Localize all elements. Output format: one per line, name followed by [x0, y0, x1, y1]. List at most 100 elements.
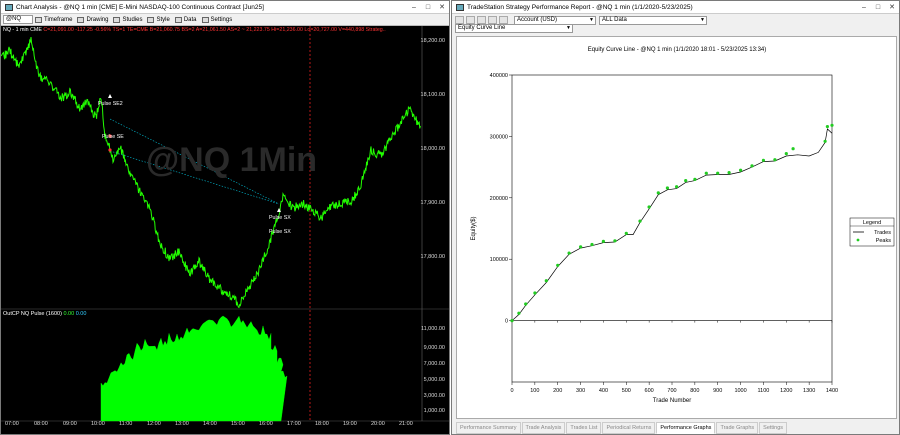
time-label: 13:00 [175, 421, 189, 427]
maximize-icon[interactable]: □ [871, 1, 885, 14]
y-tick-label: 0 [505, 319, 508, 325]
peak-point [761, 158, 765, 162]
close-icon[interactable]: ✕ [435, 1, 449, 14]
toolbar-timeframe[interactable]: Timeframe [35, 16, 72, 23]
tab-settings[interactable]: Settings [759, 422, 788, 434]
peak-point [567, 251, 571, 255]
report-app-icon [456, 3, 464, 11]
minimize-icon[interactable]: – [407, 1, 421, 14]
peak-point [704, 171, 708, 175]
x-tick-label: 600 [645, 388, 654, 394]
report-titlebar[interactable]: TradeStation Strategy Performance Report… [452, 1, 899, 14]
arrow-up-icon [108, 94, 112, 98]
y-tick-label: 100000 [490, 257, 508, 263]
x-tick-label: 1100 [758, 388, 770, 394]
entry-marker [108, 148, 112, 152]
indicator-axis-label: 5,000.00 [423, 377, 445, 383]
chart-info-line: NQ - 1 min CME C=21,091.00 -117.25 -0.56… [1, 26, 449, 35]
back-icon[interactable] [455, 16, 464, 24]
annotation-pulse-sx: Pulse SX [269, 215, 291, 221]
x-tick-label: 1300 [803, 388, 815, 394]
forward-icon[interactable] [466, 16, 475, 24]
style-icon [147, 16, 155, 23]
plot-frame [511, 74, 833, 383]
graph-type-value: Equity Curve Line [458, 25, 506, 31]
peak-point [739, 168, 743, 172]
indicator-axis-label: 3,000.00 [423, 393, 445, 399]
x-tick-label: 100 [530, 388, 539, 394]
peak-point [716, 171, 720, 175]
peak-point [510, 319, 514, 323]
data-range-value: ALL Data [602, 16, 627, 23]
tab-performance-graphs[interactable]: Performance Graphs [656, 422, 716, 434]
indicator-histogram [100, 315, 288, 422]
time-label: 16:00 [259, 421, 273, 427]
chart-titlebar[interactable]: Chart Analysis - @NQ 1 min [CME] E-Mini … [1, 1, 449, 14]
toolbar-label: Style [156, 16, 170, 23]
peak-point [613, 239, 617, 243]
tab-trades-list[interactable]: Trades List [566, 422, 602, 434]
x-tick-label: 1200 [780, 388, 792, 394]
chart-window-title: Chart Analysis - @NQ 1 min [CME] E-Mini … [16, 3, 264, 11]
time-label: 08:00 [34, 421, 48, 427]
peak-point [638, 219, 642, 223]
time-label: 09:00 [63, 421, 77, 427]
toolbar-studies[interactable]: Studies [113, 16, 142, 23]
symbol-input[interactable]: @NQ [3, 15, 33, 24]
tab-performance-summary[interactable]: Performance Summary [456, 422, 521, 434]
peak-point [579, 245, 583, 249]
time-label: 07:00 [5, 421, 19, 427]
annotation-pulse-se: Pulse SE [102, 134, 124, 140]
price-label: 17,800.00 [420, 254, 445, 260]
report-tabs: Performance Summary Trade Analysis Trade… [456, 422, 788, 434]
x-tick-label: 300 [576, 388, 585, 394]
toolbar-label: Settings [210, 16, 233, 23]
indicator-name: OutCP NQ Pulse (1600) [3, 311, 62, 317]
maximize-icon[interactable]: □ [421, 1, 435, 14]
y-tick-label: 400000 [490, 73, 508, 79]
price-label: 18,100.00 [420, 92, 445, 98]
x-tick-label: 400 [599, 388, 608, 394]
x-tick-label: 0 [510, 388, 513, 394]
toolbar-style[interactable]: Style [147, 16, 170, 23]
window-controls: – □ ✕ [857, 1, 899, 14]
tab-trade-graphs[interactable]: Trade Graphs [716, 422, 759, 434]
price-chart[interactable] [1, 26, 450, 435]
x-tick-label: 1000 [734, 388, 746, 394]
chart-analysis-window[interactable]: Chart Analysis - @NQ 1 min [CME] E-Mini … [0, 0, 450, 435]
indicator-label: OutCP NQ Pulse (1600) 0.00 0.00 [3, 311, 86, 317]
info-prefix: NQ - 1 min CME [3, 27, 42, 33]
print-icon[interactable] [477, 16, 486, 24]
toolbar-label: Drawing [86, 16, 109, 23]
time-label: 10:00 [91, 421, 105, 427]
peak-point [517, 311, 521, 315]
tab-periodical-returns[interactable]: Periodical Returns [602, 422, 656, 434]
refresh-icon[interactable] [499, 16, 508, 24]
drawing-icon [77, 16, 85, 23]
data-icon [174, 16, 182, 23]
toolbar-drawing[interactable]: Drawing [77, 16, 109, 23]
indicator-value-2: 0.00 [75, 311, 87, 317]
peak-point [524, 302, 528, 306]
peak-point [624, 231, 628, 235]
toolbar-settings[interactable]: Settings [201, 16, 233, 23]
peak-point [684, 179, 688, 183]
price-label: 17,900.00 [420, 200, 445, 206]
info-values: C=21,091.00 -117.25 -0.56% TS=1 TE=CME B… [43, 27, 386, 33]
graph-type-select[interactable]: Equity Curve Line ▼ [455, 24, 573, 33]
time-label: 18:00 [315, 421, 329, 427]
indicator-axis-label: 11,000.00 [420, 326, 445, 332]
minimize-icon[interactable]: – [857, 1, 871, 14]
time-label: 12:00 [147, 421, 161, 427]
tab-trade-analysis[interactable]: Trade Analysis [521, 422, 566, 434]
close-icon[interactable]: ✕ [885, 1, 899, 14]
toolbar-data[interactable]: Data [174, 16, 197, 23]
time-label: 17:00 [287, 421, 301, 427]
data-range-select[interactable]: ALL Data ▼ [599, 15, 707, 25]
performance-report-window[interactable]: TradeStation Strategy Performance Report… [451, 0, 900, 435]
chevron-down-icon: ▼ [566, 25, 571, 31]
timeframe-icon [35, 16, 42, 23]
x-tick-label: 200 [553, 388, 562, 394]
export-icon[interactable] [488, 16, 497, 24]
peak-point [675, 185, 679, 189]
